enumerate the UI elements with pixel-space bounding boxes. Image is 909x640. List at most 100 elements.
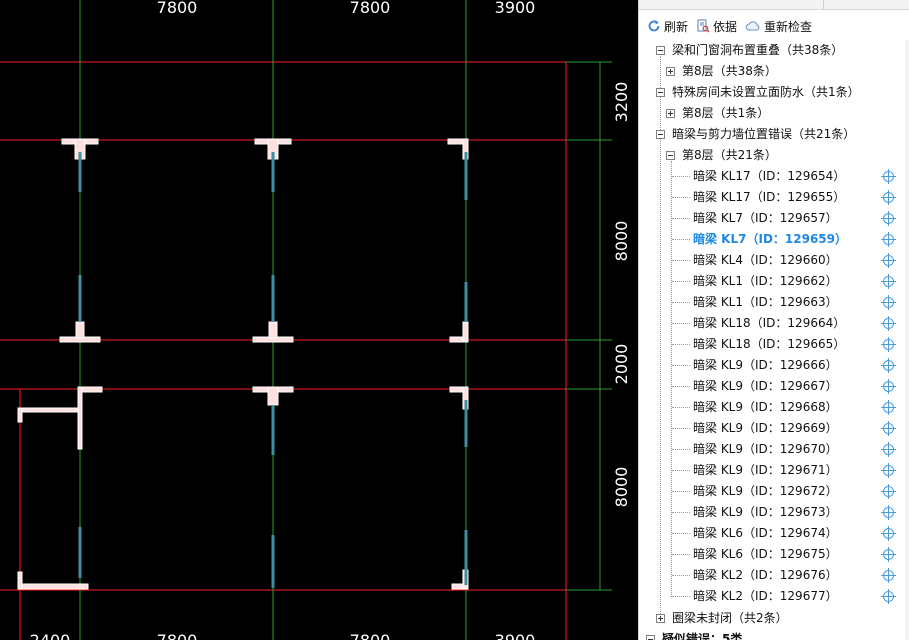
beam-issue-item[interactable]: 暗梁 KL6（ID：129674） bbox=[639, 523, 909, 544]
tree-group-beam-wall[interactable]: 暗梁与剪力墙位置错误（共21条） bbox=[639, 124, 909, 145]
beam-issue-label: 暗梁 KL9（ID：129671） bbox=[693, 463, 838, 477]
tree-group-overlap[interactable]: 梁和门窗洞布置重叠（共38条） bbox=[639, 40, 909, 61]
locate-icon[interactable] bbox=[881, 526, 896, 541]
shear-wall[interactable] bbox=[267, 386, 279, 406]
collapse-icon[interactable] bbox=[656, 130, 665, 139]
collapse-icon[interactable] bbox=[666, 151, 675, 160]
beam-issue-item[interactable]: 暗梁 KL17（ID：129654） bbox=[639, 166, 909, 187]
locate-icon[interactable] bbox=[881, 463, 896, 478]
collapse-icon[interactable] bbox=[656, 46, 665, 55]
concealed-beam[interactable] bbox=[271, 535, 275, 588]
tree-group-ring-beam[interactable]: 圈梁未封闭（共2条） bbox=[639, 608, 909, 629]
basis-label: 依据 bbox=[713, 19, 738, 34]
recheck-button[interactable]: 重新检查 bbox=[745, 14, 812, 38]
beam-issue-item[interactable]: 暗梁 KL1（ID：129662） bbox=[639, 271, 909, 292]
locate-icon[interactable] bbox=[881, 484, 896, 499]
locate-icon[interactable] bbox=[881, 316, 896, 331]
concealed-beam[interactable] bbox=[78, 527, 82, 578]
refresh-button[interactable]: 刷新 bbox=[647, 14, 688, 38]
beam-issue-label: 暗梁 KL6（ID：129675） bbox=[693, 547, 838, 561]
beam-issue-item[interactable]: 暗梁 KL17（ID：129655） bbox=[639, 187, 909, 208]
concealed-beam[interactable] bbox=[271, 152, 275, 192]
collapse-icon[interactable] bbox=[646, 635, 655, 640]
beam-issue-label: 暗梁 KL9（ID：129673） bbox=[693, 505, 838, 519]
concealed-beam[interactable] bbox=[271, 405, 275, 455]
shear-wall[interactable] bbox=[17, 571, 23, 590]
shear-wall[interactable] bbox=[77, 386, 83, 450]
tree-connector bbox=[672, 554, 690, 555]
tree-floor-beam-wall[interactable]: 第8层（共21条） bbox=[639, 145, 909, 166]
tree-group-suspected[interactable]: 疑似错误：5类 bbox=[639, 629, 909, 640]
beam-issue-item[interactable]: 暗梁 KL1（ID：129663） bbox=[639, 292, 909, 313]
beam-issue-item[interactable]: 暗梁 KL9（ID：129670） bbox=[639, 439, 909, 460]
collapse-icon[interactable] bbox=[656, 88, 665, 97]
locate-icon[interactable] bbox=[881, 421, 896, 436]
shear-wall[interactable] bbox=[17, 407, 23, 423]
beam-issue-item[interactable]: 暗梁 KL6（ID：129675） bbox=[639, 544, 909, 565]
locate-icon[interactable] bbox=[881, 169, 896, 184]
tree-floor-waterproof[interactable]: 第8层（共1条） bbox=[639, 103, 909, 124]
locate-icon[interactable] bbox=[881, 274, 896, 289]
beam-issue-item[interactable]: 暗梁 KL18（ID：129665） bbox=[639, 334, 909, 355]
beam-issue-item[interactable]: 暗梁 KL2（ID：129677） bbox=[639, 586, 909, 607]
beam-issue-item[interactable]: 暗梁 KL9（ID：129667） bbox=[639, 376, 909, 397]
locate-icon[interactable] bbox=[881, 358, 896, 373]
beam-issue-item[interactable]: 暗梁 KL9（ID：129672） bbox=[639, 481, 909, 502]
locate-icon[interactable] bbox=[881, 337, 896, 352]
tree-floor-overlap[interactable]: 第8层（共38条） bbox=[639, 61, 909, 82]
expand-icon[interactable] bbox=[656, 614, 665, 623]
tree-connector bbox=[672, 176, 690, 177]
locate-icon[interactable] bbox=[881, 568, 896, 583]
concealed-beam[interactable] bbox=[464, 530, 468, 585]
beam-issue-item[interactable]: 暗梁 KL9（ID：129671） bbox=[639, 460, 909, 481]
shear-wall[interactable] bbox=[75, 321, 85, 339]
floor-plan-svg[interactable]: 7800 7800 3900 2400 7800 7800 3900 3200 … bbox=[0, 0, 638, 640]
tab-separator bbox=[823, 0, 824, 10]
concealed-beam[interactable] bbox=[464, 152, 468, 200]
locate-icon[interactable] bbox=[881, 253, 896, 268]
tree-connector bbox=[672, 512, 690, 513]
locate-icon[interactable] bbox=[881, 295, 896, 310]
basis-button[interactable]: 依据 bbox=[696, 14, 737, 38]
shear-walls[interactable] bbox=[17, 138, 469, 590]
shear-wall[interactable] bbox=[17, 583, 89, 590]
beam-issue-label: 暗梁 KL9（ID：129666） bbox=[693, 358, 838, 372]
locate-icon[interactable] bbox=[881, 505, 896, 520]
tree-connector bbox=[672, 491, 690, 492]
panel-scrollbar[interactable] bbox=[905, 40, 909, 640]
shear-wall[interactable] bbox=[462, 321, 469, 341]
locate-icon[interactable] bbox=[881, 190, 896, 205]
locate-icon[interactable] bbox=[881, 211, 896, 226]
tree-group-label: 梁和门窗洞布置重叠（共38条） bbox=[672, 43, 844, 57]
expand-icon[interactable] bbox=[666, 67, 675, 76]
concealed-beam[interactable] bbox=[271, 275, 275, 322]
panel-tab-strip[interactable] bbox=[639, 0, 909, 10]
beam-issue-item[interactable]: 暗梁 KL9（ID：129668） bbox=[639, 397, 909, 418]
concealed-beam[interactable] bbox=[464, 400, 468, 447]
beam-issue-item[interactable]: 暗梁 KL7（ID：129659） bbox=[639, 229, 909, 250]
tree-group-waterproof[interactable]: 特殊房间未设置立面防水（共1条） bbox=[639, 82, 909, 103]
beam-issue-label: 暗梁 KL6（ID：129674） bbox=[693, 526, 838, 540]
locate-icon[interactable] bbox=[881, 379, 896, 394]
concealed-beam[interactable] bbox=[78, 152, 82, 192]
beam-issue-item[interactable]: 暗梁 KL9（ID：129669） bbox=[639, 418, 909, 439]
locate-icon[interactable] bbox=[881, 442, 896, 457]
beam-issue-label: 暗梁 KL9（ID：129669） bbox=[693, 421, 838, 435]
shear-wall[interactable] bbox=[79, 386, 103, 393]
concealed-beam[interactable] bbox=[464, 282, 468, 322]
beam-issue-item[interactable]: 暗梁 KL7（ID：129657） bbox=[639, 208, 909, 229]
concealed-beam[interactable] bbox=[78, 275, 82, 322]
shear-wall[interactable] bbox=[19, 407, 79, 413]
beam-issue-item[interactable]: 暗梁 KL2（ID：129676） bbox=[639, 565, 909, 586]
beam-issue-item[interactable]: 暗梁 KL18（ID：129664） bbox=[639, 313, 909, 334]
beam-issue-item[interactable]: 暗梁 KL4（ID：129660） bbox=[639, 250, 909, 271]
locate-icon[interactable] bbox=[881, 547, 896, 562]
shear-wall[interactable] bbox=[268, 321, 278, 339]
locate-icon[interactable] bbox=[881, 589, 896, 604]
expand-icon[interactable] bbox=[666, 109, 675, 118]
locate-icon[interactable] bbox=[881, 400, 896, 415]
cad-drawing-canvas[interactable]: 7800 7800 3900 2400 7800 7800 3900 3200 … bbox=[0, 0, 638, 640]
locate-icon[interactable] bbox=[881, 232, 896, 247]
beam-issue-item[interactable]: 暗梁 KL9（ID：129673） bbox=[639, 502, 909, 523]
beam-issue-item[interactable]: 暗梁 KL9（ID：129666） bbox=[639, 355, 909, 376]
